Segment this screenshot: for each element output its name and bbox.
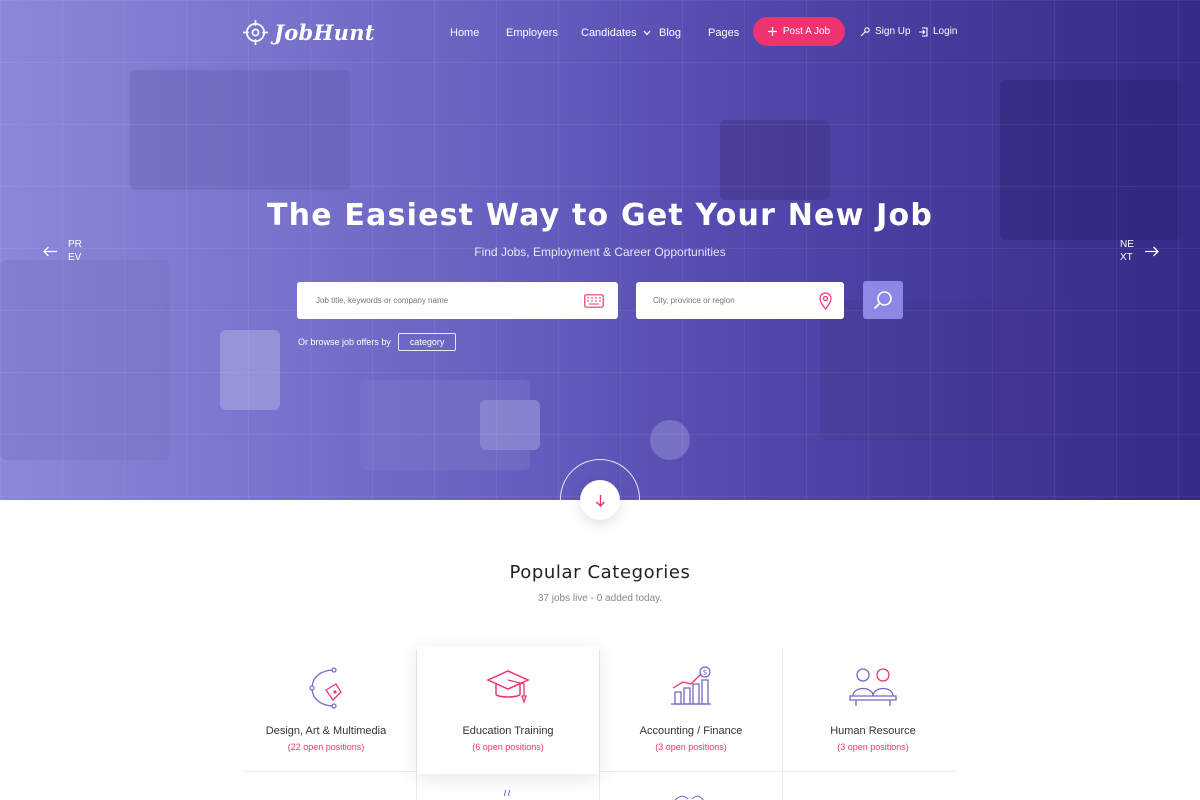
- location-search-box: [636, 282, 844, 319]
- post-job-button[interactable]: Post A Job: [753, 17, 845, 46]
- key-icon: [860, 26, 870, 36]
- prev-label: PREV: [68, 239, 82, 263]
- nav-label: Pages: [708, 27, 740, 39]
- browse-text: Or browse job offers by: [298, 337, 391, 347]
- keyword-search-input[interactable]: [316, 296, 536, 305]
- nav-item-blog[interactable]: Blog: [659, 27, 681, 39]
- search-button[interactable]: [863, 281, 903, 319]
- curve-icon: [674, 795, 704, 800]
- nav-item-candidates[interactable]: Candidates: [581, 27, 651, 39]
- login-link[interactable]: Login: [918, 26, 957, 37]
- hero-subtitle: Find Jobs, Employment & Career Opportuni…: [474, 245, 726, 259]
- category-card-education[interactable]: Education Training (6 open positions): [417, 646, 599, 774]
- arrow-right-icon: [1145, 246, 1159, 256]
- graduation-cap-icon: [486, 670, 530, 705]
- nav-label: Candidates: [581, 27, 637, 39]
- category-card-accounting[interactable]: $ Accounting / Finance (3 open positions…: [600, 646, 782, 774]
- category-card-human-resource[interactable]: Human Resource (3 open positions): [782, 646, 964, 774]
- sign-up-link[interactable]: Sign Up: [860, 26, 911, 37]
- category-count: (3 open positions): [655, 742, 727, 752]
- category-card-design[interactable]: Design, Art & Multimedia (22 open positi…: [235, 646, 417, 774]
- category-name: Human Resource: [830, 725, 916, 737]
- login-icon: [919, 26, 928, 37]
- finance-chart-icon: $: [671, 666, 711, 705]
- scroll-down-button[interactable]: [580, 480, 620, 520]
- slider-next-button[interactable]: NEXT: [1120, 238, 1159, 264]
- svg-text:$: $: [703, 669, 707, 677]
- hero-title: The Easiest Way to Get Your New Job: [266, 198, 933, 233]
- brand-name: JobHunt: [274, 20, 375, 45]
- post-job-label: Post A Job: [782, 26, 831, 37]
- nav-item-pages[interactable]: Pages: [708, 27, 739, 39]
- crosshair-icon: [243, 20, 268, 45]
- category-chip[interactable]: category: [397, 333, 457, 351]
- category-count: (3 open positions): [837, 742, 909, 752]
- arrow-down-icon: [595, 494, 605, 507]
- category-count: (6 open positions): [472, 742, 544, 752]
- browse-by-category: Or browse job offers by category: [298, 333, 457, 351]
- nav-item-home[interactable]: Home: [450, 27, 479, 39]
- next-label: NEXT: [1120, 239, 1134, 263]
- login-label: Login: [933, 26, 958, 37]
- slider-prev-button[interactable]: PREV: [43, 238, 82, 264]
- nav-item-employers[interactable]: Employers: [506, 27, 558, 39]
- category-count: (22 open positions): [287, 742, 365, 752]
- people-icon: [849, 668, 897, 706]
- keyboard-icon[interactable]: [584, 293, 604, 308]
- category-name: Design, Art & Multimedia: [265, 725, 387, 737]
- wave-icon: [503, 789, 511, 797]
- category-name: Education Training: [462, 725, 554, 737]
- category-name: Accounting / Finance: [639, 725, 743, 737]
- sign-up-label: Sign Up: [875, 26, 911, 37]
- keyword-search-box: [297, 282, 618, 319]
- chevron-down-icon: [643, 30, 651, 36]
- brand-logo[interactable]: JobHunt: [243, 20, 375, 45]
- nav-label: Blog: [659, 27, 682, 39]
- map-pin-icon[interactable]: [819, 291, 832, 310]
- search-icon: [873, 291, 892, 310]
- pen-tool-icon: [309, 667, 342, 709]
- nav-label: Employers: [506, 27, 558, 39]
- arrow-left-icon: [43, 246, 57, 256]
- nav-label: Home: [450, 27, 480, 39]
- section-title: Popular Categories: [509, 562, 691, 583]
- plus-icon: [767, 27, 777, 36]
- location-search-input[interactable]: [653, 296, 803, 305]
- section-subtitle: 37 jobs live - 0 added today.: [537, 593, 663, 604]
- hero-banner: JobHunt Home Employers Candidates Blog P…: [0, 0, 1200, 500]
